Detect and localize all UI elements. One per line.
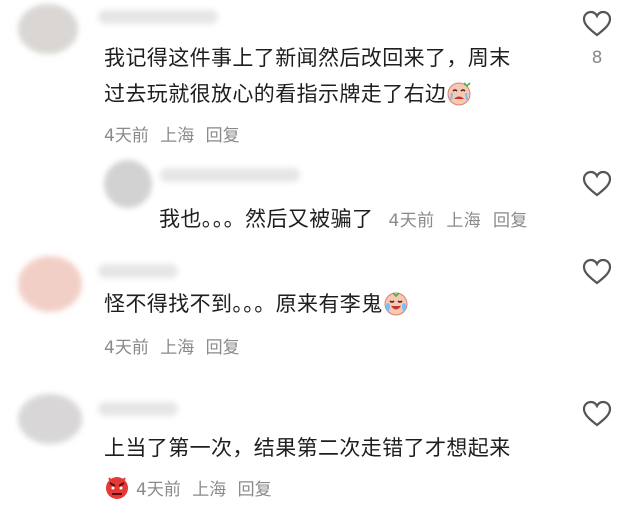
crying-face-emoji	[447, 82, 471, 106]
avatar[interactable]	[18, 394, 82, 444]
comment-text-row: 我也。。。然后又被骗了 4天前 上海 回复	[159, 201, 534, 239]
reply-button[interactable]: 回复	[238, 480, 272, 500]
comment-time: 4天前	[104, 126, 149, 146]
comment-location: 上海	[160, 338, 195, 358]
reply-button[interactable]: 回复	[206, 126, 240, 146]
comment-text-content: 怪不得找不到。。。原来有李鬼	[104, 292, 383, 316]
like-heart-icon[interactable]	[582, 170, 612, 198]
comment-meta: 4天前 上海 回复	[104, 121, 246, 146]
comment-meta: 4天前 上海 回复	[104, 333, 246, 358]
avatar[interactable]	[18, 256, 82, 312]
reply-button[interactable]: 回复	[493, 211, 528, 231]
comment-location: 上海	[192, 480, 227, 500]
comment-meta: 4天前 上海 回复	[104, 474, 278, 500]
avatar[interactable]	[18, 4, 78, 54]
avatar[interactable]	[104, 160, 152, 208]
comment-text: 上当了第一次，结果第二次走错了才想起来	[104, 436, 511, 460]
laugh-cry-emoji	[384, 292, 408, 316]
like-count: 8	[591, 48, 603, 68]
username-blurred[interactable]	[98, 402, 178, 416]
like-heart-icon[interactable]	[582, 10, 612, 38]
comment-text: 怪不得找不到。。。原来有李鬼	[104, 286, 409, 322]
comment-location: 上海	[160, 126, 195, 146]
comment-text-line-2: 过去玩就很放心的看指示牌走了右边	[104, 76, 511, 112]
comment-time: 4天前	[104, 338, 149, 358]
comment-text: 我记得这件事上了新闻然后改回来了，周末 过去玩就很放心的看指示牌走了右边	[104, 40, 511, 112]
comment-time: 4天前	[136, 480, 181, 500]
comment-text-line-1: 我记得这件事上了新闻然后改回来了，周末	[104, 46, 511, 70]
comment-text-line-2-content: 过去玩就很放心的看指示牌走了右边	[104, 82, 447, 106]
username-blurred[interactable]	[98, 10, 218, 24]
comment-location: 上海	[446, 211, 482, 231]
comment-time: 4天前	[388, 211, 435, 231]
like-heart-icon[interactable]	[582, 400, 612, 428]
username-blurred[interactable]	[160, 168, 300, 182]
angry-face-emoji	[106, 477, 128, 499]
reply-button[interactable]: 回复	[206, 338, 240, 358]
username-blurred[interactable]	[98, 264, 178, 278]
like-heart-icon[interactable]	[582, 258, 612, 286]
comment-meta: 4天前 上海 回复	[388, 211, 533, 231]
comment-text: 我也。。。然后又被骗了	[159, 207, 374, 231]
